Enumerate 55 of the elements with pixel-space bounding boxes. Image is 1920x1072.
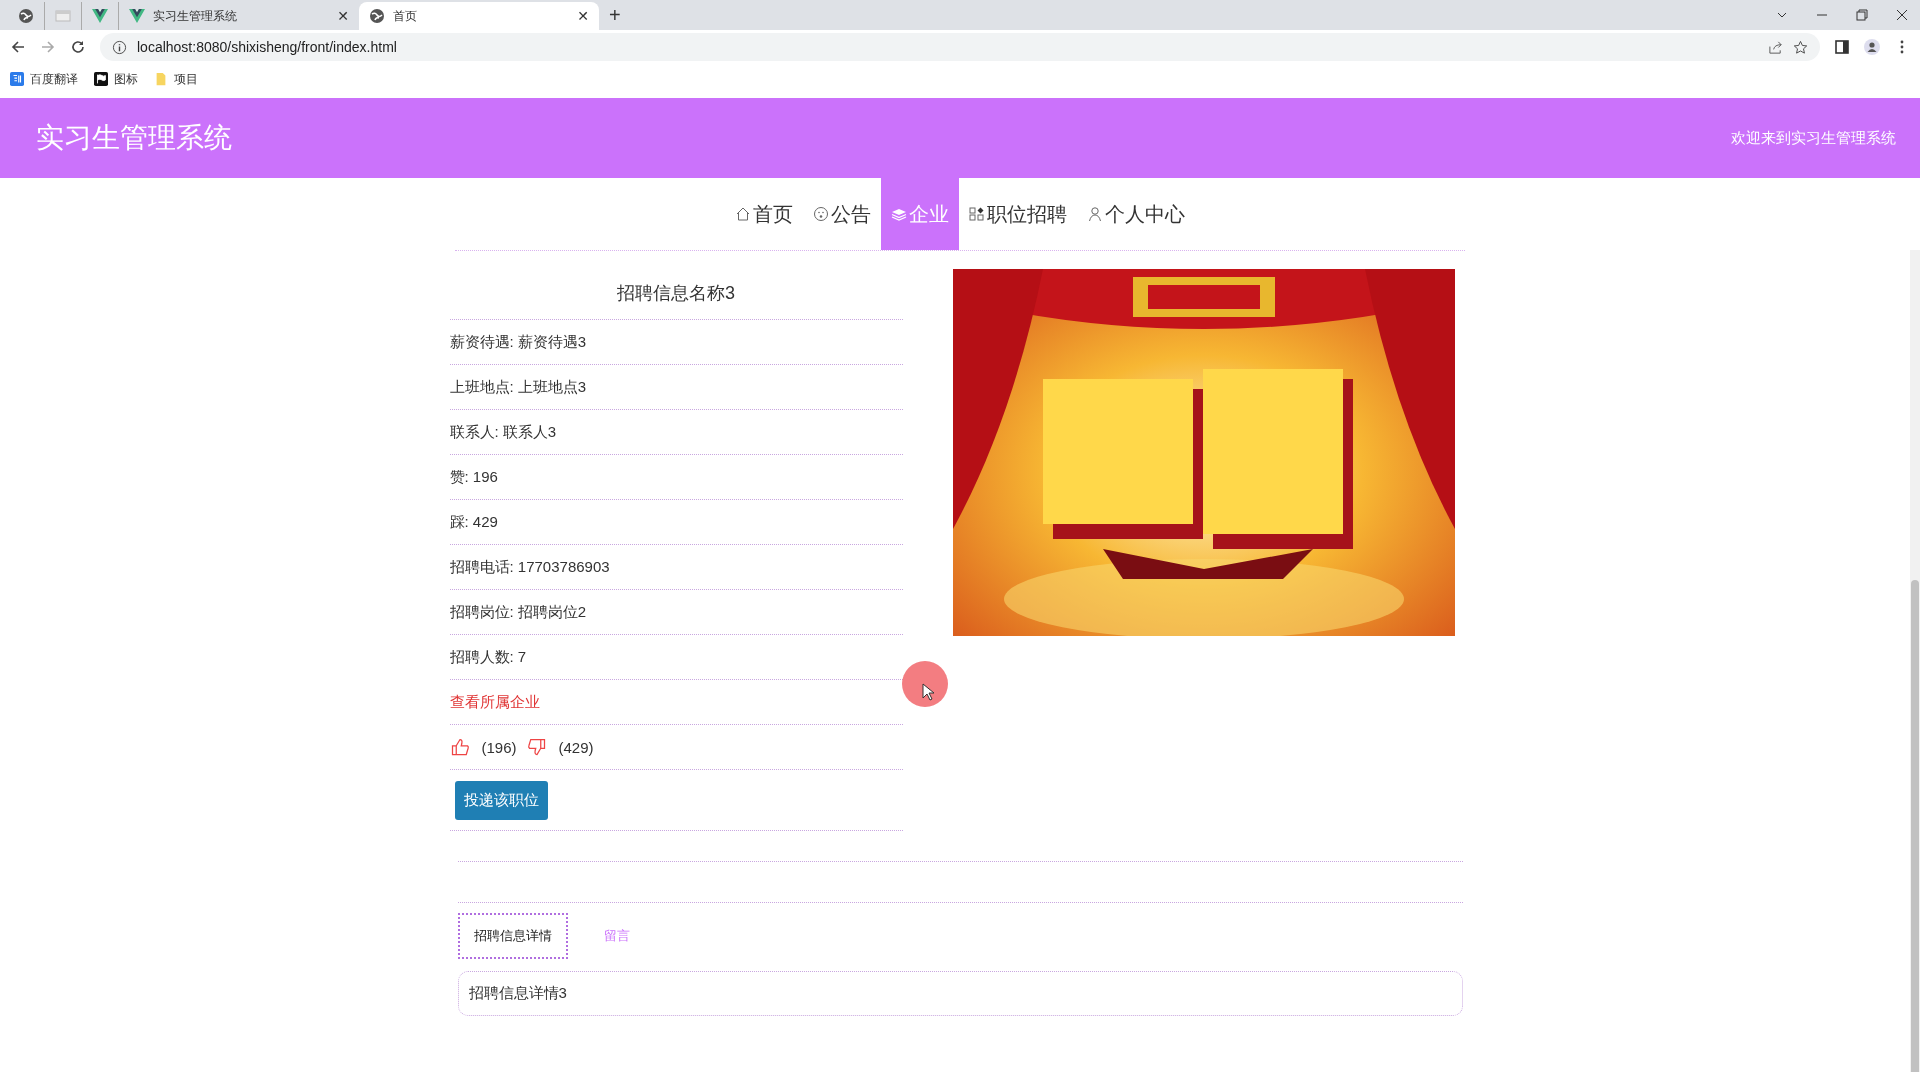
v-logo-icon xyxy=(92,8,108,24)
nav-item[interactable]: 个人中心 xyxy=(1077,178,1195,250)
vote-count: (196) xyxy=(480,738,518,756)
browser-tab[interactable]: 实习生管理系统 ✕ xyxy=(119,2,359,30)
field-text: 赞: 196 xyxy=(449,467,498,487)
grid-icon xyxy=(969,206,985,222)
field-text: 招聘人数: 7 xyxy=(449,647,527,667)
reload-icon[interactable] xyxy=(70,39,86,55)
tab-close-button[interactable]: ✕ xyxy=(337,8,349,24)
folder-icon xyxy=(154,72,168,86)
flag-icon xyxy=(94,72,108,86)
apply-button[interactable]: 投递该职位 xyxy=(454,780,548,820)
welcome-text: 欢迎来到实习生管理系统 xyxy=(1731,128,1896,148)
face-icon xyxy=(813,206,829,222)
site-title: 实习生管理系统 xyxy=(36,121,232,155)
back-arrow-icon[interactable] xyxy=(10,39,26,55)
new-tab-button[interactable]: + xyxy=(599,3,631,27)
bookmark[interactable]: 项目 xyxy=(154,70,198,88)
job-title: 招聘信息名称3 xyxy=(449,269,903,320)
globe-icon xyxy=(369,8,385,24)
field-text: 招聘岗位: 招聘岗位2 xyxy=(449,602,587,622)
field-text: 招聘电话: 17703786903 xyxy=(449,557,610,577)
profile-avatar-icon[interactable] xyxy=(1864,39,1880,55)
close-icon[interactable] xyxy=(1896,9,1908,21)
house-icon xyxy=(735,206,751,222)
restore-icon[interactable] xyxy=(1856,9,1868,21)
bookmark[interactable]: 百度翻译 xyxy=(10,70,78,88)
field-text: 联系人: 联系人3 xyxy=(449,422,557,442)
cursor-highlight-icon xyxy=(901,660,949,708)
browser-tab[interactable]: 首页 ✕ xyxy=(359,2,599,30)
vote-count: (429) xyxy=(557,738,595,756)
bookmark[interactable]: 图标 xyxy=(94,70,138,88)
thumbs-down-icon[interactable] xyxy=(526,737,547,757)
translate-icon xyxy=(10,72,24,86)
info-icon[interactable] xyxy=(112,39,127,55)
thumbs-up-icon[interactable] xyxy=(449,737,470,757)
star-icon[interactable] xyxy=(1793,39,1808,55)
page-icon xyxy=(55,8,71,24)
address-bar[interactable]: localhost:8080/shixisheng/front/index.html xyxy=(100,33,1820,61)
field-text: 踩: 429 xyxy=(449,512,498,532)
side-panel-icon[interactable] xyxy=(1834,39,1850,55)
globe-icon xyxy=(18,8,34,24)
content-tab[interactable]: 招聘信息详情 xyxy=(457,913,568,959)
nav-item[interactable]: 公告 xyxy=(803,178,881,250)
person-icon xyxy=(1087,206,1103,222)
v-logo-icon xyxy=(129,8,145,24)
scrollbar[interactable] xyxy=(1910,250,1920,1072)
field-text: 薪资待遇: 薪资待遇3 xyxy=(449,332,587,352)
tab-close-button[interactable]: ✕ xyxy=(577,8,589,24)
nav-item[interactable]: 首页 xyxy=(725,178,803,250)
share-icon[interactable] xyxy=(1768,39,1783,55)
company-link[interactable]: 查看所属企业 xyxy=(449,692,540,712)
field-text: 上班地点: 上班地点3 xyxy=(449,377,587,397)
layers-icon xyxy=(891,206,907,222)
nav-item[interactable]: 职位招聘 xyxy=(959,178,1077,250)
